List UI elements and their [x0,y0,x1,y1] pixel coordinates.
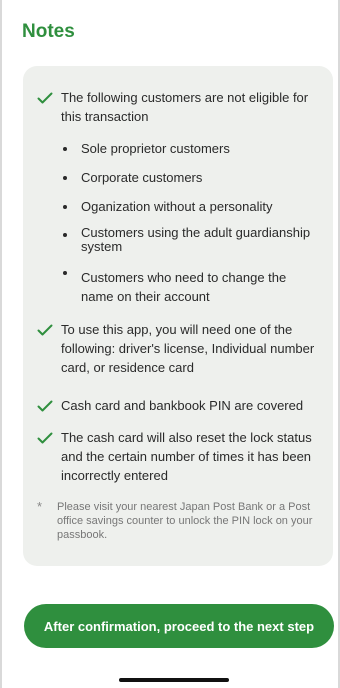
note-item-text: Cash card and bankbook PIN are covered [61,398,304,413]
bullet-dot [63,176,67,180]
bullet-dot [63,233,67,237]
bullet-item: Corporate customers [63,169,321,186]
notes-screen: Notes The following customers are not el… [0,0,340,688]
bullet-text: Customers using the adult guardianship s… [81,225,311,254]
bullet-text: Oganization without a personality [81,199,273,214]
note-item-text: To use this app, you will need one of th… [61,322,315,375]
footnote-text: Please visit your nearest Japan Post Ban… [57,501,313,541]
proceed-button[interactable]: After confirmation, proceed to the next … [24,604,334,648]
bullet-dot [63,271,67,275]
note-item-id-required: To use this app, you will need one of th… [37,320,319,377]
bullet-dot [63,147,67,151]
note-item-text: The cash card will also reset the lock s… [61,430,312,483]
notes-card: The following customers are not eligible… [23,66,333,566]
check-icon [37,400,53,412]
bullet-text: Corporate customers [81,170,203,185]
footnote: * Please visit your nearest Japan Post B… [37,500,317,542]
note-item-pin: Cash card and bankbook PIN are covered [37,396,319,415]
bullet-item: Sole proprietor customers [63,140,321,157]
bullet-dot [63,205,67,209]
note-item-lock-reset: The cash card will also reset the lock s… [37,428,319,485]
bullet-text: Sole proprietor customers [81,141,230,156]
check-icon [37,324,53,336]
note-item-text: The following customers are not eligible… [61,90,309,124]
asterisk-icon: * [37,499,43,514]
check-icon [37,92,53,104]
note-item-ineligible: The following customers are not eligible… [37,88,319,126]
bullet-item: Customers using the adult guardianship s… [63,226,321,254]
bullet-text: Customers who need to change the name on… [81,270,287,304]
page-title: Notes [22,21,75,42]
bullet-item: Oganization without a personality [63,198,321,215]
home-indicator [119,678,229,682]
check-icon [37,432,53,444]
bullet-item: Customers who need to change the name on… [63,268,321,306]
